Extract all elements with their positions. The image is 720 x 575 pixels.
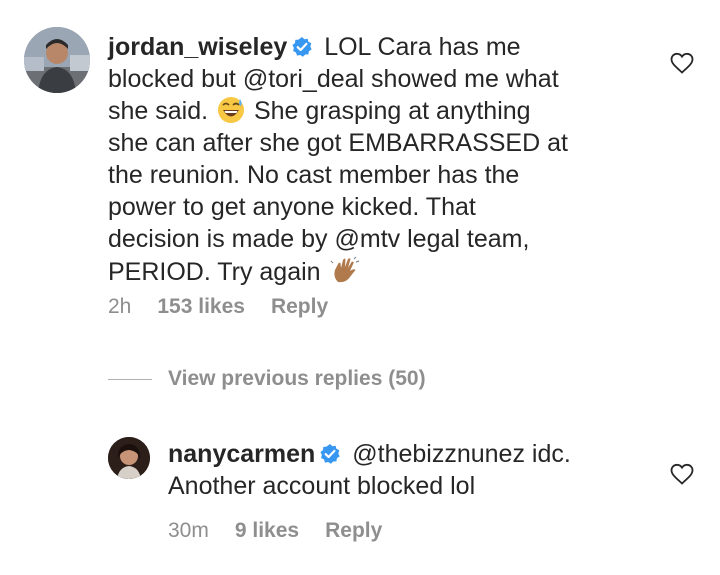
comment-nany: nanycarmen @thebizznunez idc. Another ac…: [0, 420, 720, 575]
comment-line: she can after she got EMBARRASSED at: [108, 129, 568, 157]
timestamp: 30m: [168, 519, 209, 542]
avatar[interactable]: [24, 27, 90, 93]
username[interactable]: nanycarmen: [168, 440, 315, 468]
heart-outline-icon[interactable]: [670, 463, 694, 485]
avatar[interactable]: [108, 437, 150, 479]
comment-line: idc.: [524, 440, 571, 468]
comment-line: decision is made by: [108, 225, 335, 253]
reply-button[interactable]: Reply: [325, 519, 382, 542]
comment-line: she said.: [108, 97, 209, 125]
mention-link[interactable]: @mtv: [335, 225, 401, 253]
likes-count[interactable]: 153 likes: [157, 295, 245, 318]
waving-hand-emoji: [330, 255, 360, 285]
grinning-sweat-emoji: [217, 96, 245, 124]
comment-line: She grasping at anything: [253, 97, 531, 125]
username[interactable]: jordan_wiseley: [108, 33, 287, 61]
comment-line: showed me what: [364, 65, 559, 93]
comment-line: Another account blocked lol: [168, 472, 476, 500]
reply-button[interactable]: Reply: [271, 295, 328, 318]
comment-text: nanycarmen @thebizznunez idc. Another ac…: [168, 438, 668, 502]
view-previous-label: View previous replies (50): [168, 367, 426, 390]
comment-text: jordan_wiseley LOL Cara has me blocked b…: [108, 31, 668, 288]
mention-link[interactable]: @thebizznunez: [352, 440, 525, 468]
comment-line: power to get anyone kicked. That: [108, 193, 476, 221]
timestamp: 2h: [108, 295, 132, 318]
divider: [108, 378, 152, 380]
heart-outline-icon[interactable]: [670, 52, 694, 74]
mention-link[interactable]: @tori_deal: [243, 65, 364, 93]
comment-meta: 2h 153 likes Reply: [108, 295, 354, 319]
comment-line: legal team,: [400, 225, 530, 253]
comment-line: blocked but: [108, 65, 243, 93]
comment-meta: 30m 9 likes Reply: [168, 519, 408, 543]
verified-badge-icon: [291, 36, 313, 58]
comment-line: LOL Cara has me: [324, 33, 521, 61]
comment-jordan: jordan_wiseley LOL Cara has me blocked b…: [0, 0, 720, 330]
view-previous-replies-button[interactable]: View previous replies (50): [108, 366, 426, 392]
verified-badge-icon: [319, 443, 341, 465]
likes-count[interactable]: 9 likes: [235, 519, 299, 542]
comment-line: PERIOD. Try again: [108, 258, 321, 286]
comment-line: the reunion. No cast member has the: [108, 161, 520, 189]
